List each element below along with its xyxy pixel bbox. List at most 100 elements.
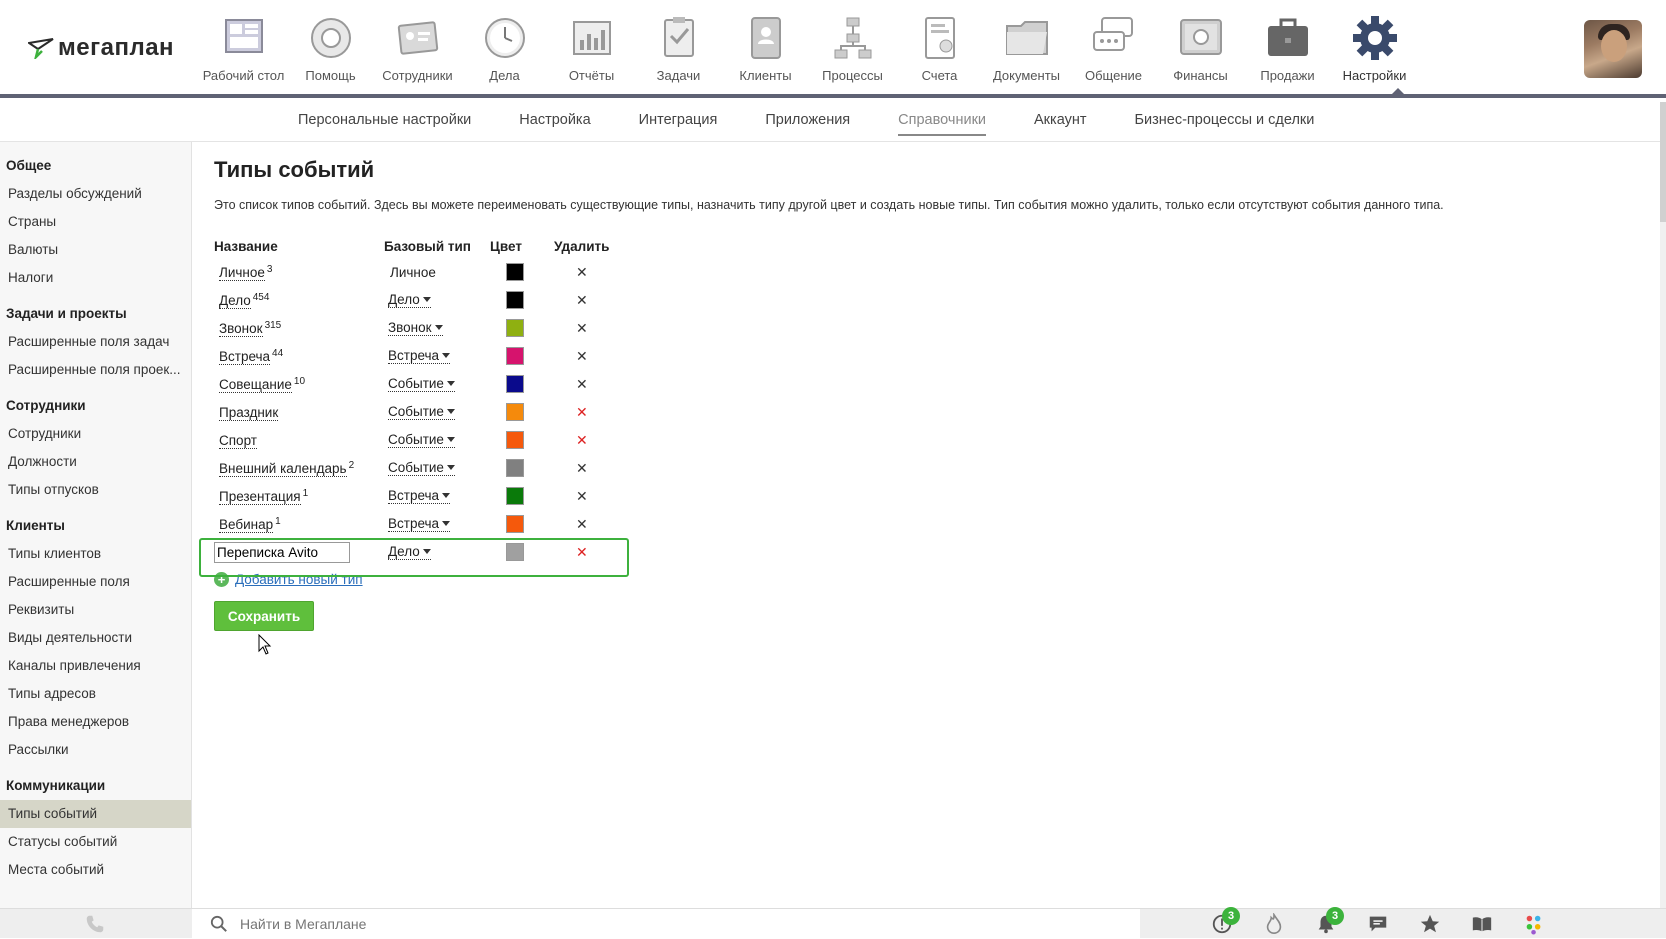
- search-input[interactable]: [240, 916, 840, 932]
- base-type-dropdown[interactable]: Встреча: [388, 488, 451, 504]
- event-type-name-link[interactable]: Встреча: [219, 349, 271, 366]
- event-type-row: Спорт Событие ✕: [214, 426, 614, 454]
- alert-button[interactable]: 3: [1196, 907, 1248, 937]
- nav-item-lifebuoy[interactable]: Помощь: [287, 10, 374, 83]
- message-button[interactable]: [1352, 911, 1404, 937]
- color-swatch[interactable]: [506, 291, 524, 309]
- event-type-name-link[interactable]: Праздник: [219, 405, 279, 422]
- nav-item-flowchart[interactable]: Процессы: [809, 10, 896, 83]
- nav-item-invoice[interactable]: Счета: [896, 10, 983, 83]
- nav-item-chat[interactable]: Общение: [1070, 10, 1157, 83]
- add-new-type-link[interactable]: Добавить новый тип: [235, 572, 363, 587]
- nav-item-folder[interactable]: Документы: [983, 10, 1070, 83]
- sidebar-item[interactable]: Статусы событий: [0, 828, 191, 856]
- delete-icon[interactable]: ✕: [576, 405, 614, 419]
- nav-item-chart[interactable]: Отчёты: [548, 10, 635, 83]
- base-type-dropdown[interactable]: Событие: [388, 460, 455, 476]
- sidebar-item[interactable]: Реквизиты: [0, 596, 191, 624]
- column-header-name: Название: [214, 238, 278, 254]
- sidebar-item[interactable]: Разделы обсуждений: [0, 180, 191, 208]
- add-type-row[interactable]: + Добавить новый тип: [214, 572, 1634, 587]
- book-button[interactable]: [1456, 911, 1508, 937]
- active-nav-caret: [1392, 88, 1404, 94]
- plus-circle-icon[interactable]: +: [214, 572, 229, 587]
- delete-icon[interactable]: ✕: [576, 433, 614, 447]
- sidebar-item[interactable]: Страны: [0, 208, 191, 236]
- apps-button[interactable]: [1508, 911, 1560, 937]
- sidebar-item[interactable]: Типы адресов: [0, 680, 191, 708]
- global-search[interactable]: [192, 909, 1140, 939]
- subnav-tab[interactable]: Аккаунт: [1034, 112, 1086, 136]
- subnav-tab[interactable]: Интеграция: [639, 112, 718, 136]
- nav-item-clipboard[interactable]: Задачи: [635, 10, 722, 83]
- sidebar-item[interactable]: Рассылки: [0, 736, 191, 764]
- sidebar-item[interactable]: Сотрудники: [0, 420, 191, 448]
- flowchart-icon: [834, 17, 871, 59]
- color-swatch[interactable]: [506, 347, 524, 365]
- color-swatch[interactable]: [506, 515, 524, 533]
- event-type-name-link[interactable]: Внешний календарь: [219, 461, 347, 478]
- subnav-tab[interactable]: Настройка: [519, 112, 590, 136]
- page-scrollbar[interactable]: [1660, 102, 1666, 908]
- flame-button[interactable]: [1248, 911, 1300, 937]
- sidebar-item[interactable]: Должности: [0, 448, 191, 476]
- base-type-dropdown[interactable]: Событие: [388, 376, 455, 392]
- color-swatch[interactable]: [506, 263, 524, 281]
- event-type-name-link[interactable]: Дело: [219, 293, 251, 310]
- base-type-dropdown[interactable]: Событие: [388, 404, 455, 420]
- base-type-dropdown[interactable]: Дело: [388, 292, 431, 308]
- event-type-name-link[interactable]: Звонок: [219, 321, 263, 338]
- nav-item-clock[interactable]: Дела: [461, 10, 548, 83]
- new-type-base-dropdown[interactable]: Дело: [388, 544, 431, 560]
- megaplan-logo[interactable]: мегаплан: [28, 34, 174, 62]
- base-type-dropdown[interactable]: Звонок: [388, 320, 443, 336]
- nav-item-desktop[interactable]: Рабочий стол: [200, 10, 287, 83]
- star-button[interactable]: [1404, 911, 1456, 937]
- base-type-dropdown[interactable]: Встреча: [388, 516, 451, 532]
- event-type-name-link[interactable]: Вебинар: [219, 517, 274, 534]
- sidebar-item[interactable]: Каналы привлечения: [0, 652, 191, 680]
- sidebar-item[interactable]: Типы событий: [0, 800, 191, 828]
- color-swatch[interactable]: [506, 375, 524, 393]
- sidebar-item[interactable]: Расширенные поля: [0, 568, 191, 596]
- color-swatch[interactable]: [506, 459, 524, 477]
- star-icon: [1420, 914, 1440, 933]
- color-swatch[interactable]: [506, 487, 524, 505]
- sidebar-item[interactable]: Места событий: [0, 856, 191, 884]
- avatar[interactable]: [1584, 20, 1642, 78]
- bell-button[interactable]: 3: [1300, 907, 1352, 937]
- subnav-tab[interactable]: Персональные настройки: [298, 112, 471, 136]
- color-swatch[interactable]: [506, 319, 524, 337]
- main-nav: Рабочий стол Помощь Сотрудники Дела Отчёты За…: [200, 10, 1418, 83]
- sidebar-item[interactable]: Расширенные поля задач: [0, 328, 191, 356]
- nav-item-gear[interactable]: Настройки: [1331, 10, 1418, 83]
- nav-item-briefcase[interactable]: Продажи: [1244, 10, 1331, 83]
- sidebar-item[interactable]: Типы клиентов: [0, 540, 191, 568]
- sidebar-item[interactable]: Налоги: [0, 264, 191, 292]
- subnav-tab[interactable]: Бизнес-процессы и сделки: [1135, 112, 1315, 136]
- sidebar-item[interactable]: Валюты: [0, 236, 191, 264]
- event-type-name-link[interactable]: Презентация: [219, 489, 301, 506]
- sidebar-item[interactable]: Виды деятельности: [0, 624, 191, 652]
- base-type-dropdown[interactable]: Встреча: [388, 348, 451, 364]
- sidebar-item[interactable]: Права менеджеров: [0, 708, 191, 736]
- new-type-name-input[interactable]: [214, 541, 350, 563]
- flame-icon: [1266, 913, 1282, 934]
- new-type-delete-icon[interactable]: ✕: [576, 545, 614, 559]
- color-swatch[interactable]: [506, 403, 524, 421]
- base-type-dropdown[interactable]: Событие: [388, 432, 455, 448]
- save-button[interactable]: Сохранить: [214, 601, 314, 631]
- event-type-name-link[interactable]: Совещание: [219, 377, 292, 394]
- subnav-tab[interactable]: Приложения: [765, 112, 850, 136]
- sidebar-item[interactable]: Типы отпусков: [0, 476, 191, 504]
- new-type-color-swatch[interactable]: [506, 543, 524, 561]
- event-type-name-link[interactable]: Спорт: [219, 433, 257, 450]
- event-type-name-link[interactable]: Личное: [219, 265, 265, 282]
- color-swatch[interactable]: [506, 431, 524, 449]
- phone-icon[interactable]: [84, 913, 106, 935]
- nav-item-address-book[interactable]: Клиенты: [722, 10, 809, 83]
- nav-item-employees[interactable]: Сотрудники: [374, 10, 461, 83]
- sidebar-item[interactable]: Расширенные поля проек...: [0, 356, 191, 384]
- nav-item-safe[interactable]: Финансы: [1157, 10, 1244, 83]
- subnav-tab[interactable]: Справочники: [898, 112, 987, 136]
